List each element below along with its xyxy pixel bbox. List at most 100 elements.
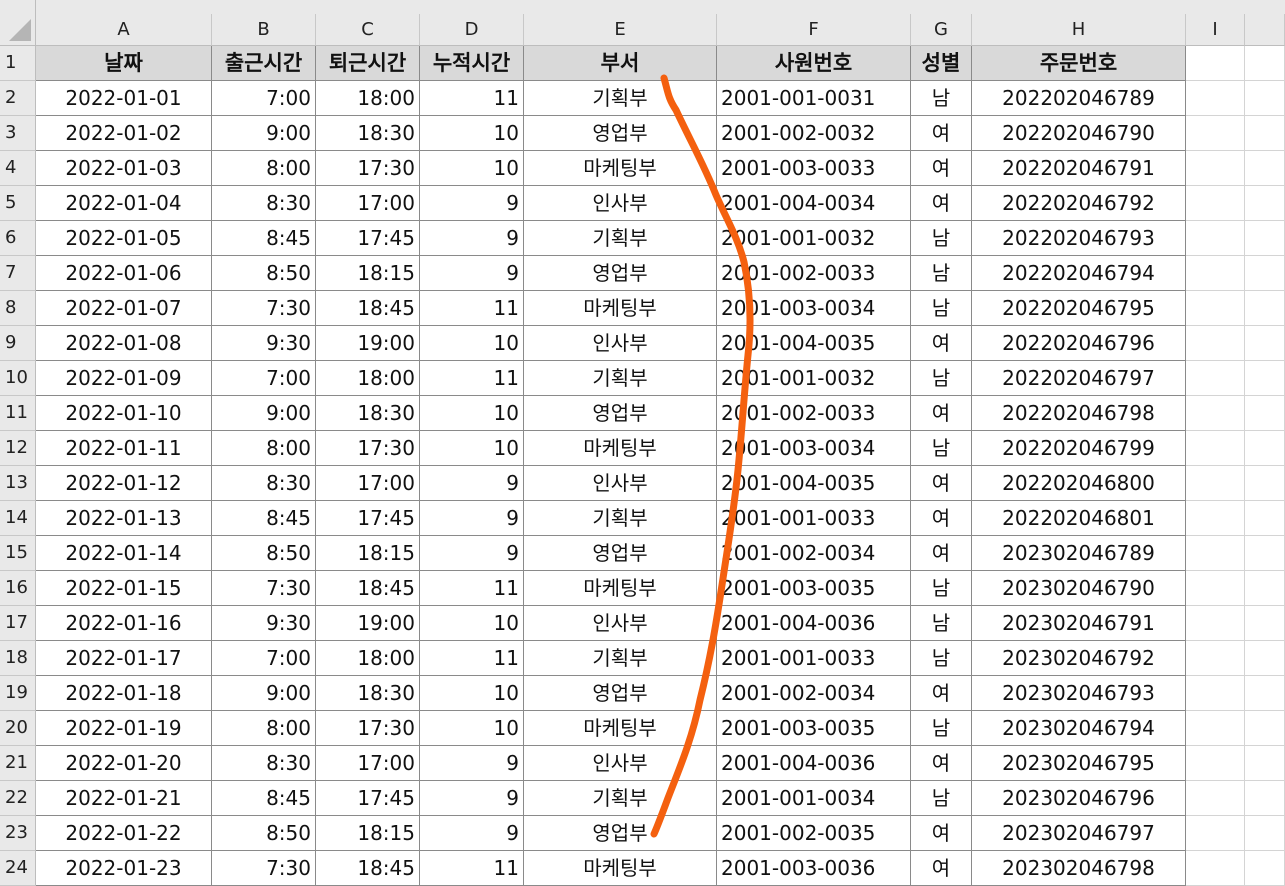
cell-gender[interactable]: 남 [911,256,972,291]
cell-employee-id[interactable]: 2001-002-0033 [717,256,911,291]
cell-order-number[interactable]: 202202046800 [972,466,1186,501]
empty-cell[interactable] [1186,606,1245,641]
row-header-9[interactable]: 9 [0,326,36,361]
cell-department[interactable]: 영업부 [524,256,717,291]
cell-total-hours[interactable]: 11 [420,81,524,116]
cell-date[interactable]: 2022-01-19 [36,711,212,746]
cell-department[interactable]: 마케팅부 [524,291,717,326]
empty-cell[interactable] [1186,81,1245,116]
row-header-16[interactable]: 16 [0,571,36,606]
cell-department[interactable]: 마케팅부 [524,711,717,746]
cell-clock-in[interactable]: 7:00 [212,81,316,116]
cell-clock-in[interactable]: 8:00 [212,151,316,186]
cell-gender[interactable]: 남 [911,431,972,466]
cell-date[interactable]: 2022-01-14 [36,536,212,571]
row-header-18[interactable]: 18 [0,641,36,676]
cell-total-hours[interactable]: 11 [420,361,524,396]
cell-clock-in[interactable]: 8:50 [212,256,316,291]
empty-cell[interactable] [1245,641,1285,676]
cell-date[interactable]: 2022-01-09 [36,361,212,396]
cell-date[interactable]: 2022-01-16 [36,606,212,641]
row-header-21[interactable]: 21 [0,746,36,781]
row-header-22[interactable]: 22 [0,781,36,816]
cell-order-number[interactable]: 202202046797 [972,361,1186,396]
empty-cell[interactable] [1245,851,1285,886]
empty-cell[interactable] [1186,151,1245,186]
cell-total-hours[interactable]: 10 [420,396,524,431]
cell-date[interactable]: 2022-01-04 [36,186,212,221]
empty-cell[interactable] [1186,186,1245,221]
cell-date[interactable]: 2022-01-01 [36,81,212,116]
header-cell-clock-in[interactable]: 출근시간 [212,46,316,81]
cell-date[interactable]: 2022-01-23 [36,851,212,886]
cell-employee-id[interactable]: 2001-003-0034 [717,291,911,326]
cell-clock-in[interactable]: 8:30 [212,186,316,221]
empty-cell[interactable] [1245,746,1285,781]
cell-gender[interactable]: 여 [911,816,972,851]
column-header-b[interactable]: B [212,14,316,46]
empty-cell[interactable] [1245,291,1285,326]
cell-department[interactable]: 인사부 [524,606,717,641]
cell-clock-in[interactable]: 7:00 [212,361,316,396]
cell-total-hours[interactable]: 9 [420,221,524,256]
cell-clock-out[interactable]: 18:00 [316,361,420,396]
row-header-19[interactable]: 19 [0,676,36,711]
row-header-11[interactable]: 11 [0,396,36,431]
cell-clock-out[interactable]: 18:30 [316,116,420,151]
empty-cell[interactable] [1245,116,1285,151]
cell-employee-id[interactable]: 2001-001-0031 [717,81,911,116]
cell-employee-id[interactable]: 2001-003-0035 [717,711,911,746]
empty-cell[interactable] [1186,466,1245,501]
cell-gender[interactable]: 남 [911,641,972,676]
cell-employee-id[interactable]: 2001-003-0033 [717,151,911,186]
cell-total-hours[interactable]: 10 [420,151,524,186]
cell-clock-in[interactable]: 9:30 [212,326,316,361]
cell-clock-in[interactable]: 9:30 [212,606,316,641]
cell-clock-out[interactable]: 19:00 [316,606,420,641]
cell-clock-out[interactable]: 18:15 [316,536,420,571]
cell-employee-id[interactable]: 2001-001-0032 [717,361,911,396]
cell-date[interactable]: 2022-01-18 [36,676,212,711]
empty-cell[interactable] [1186,326,1245,361]
cell-gender[interactable]: 남 [911,781,972,816]
spreadsheet-grid[interactable]: A B C D E F G H I 1 2 3 4 5 6 7 8 9 10 11 12 13 14 15 16 17 18 19 20… [0,0,1285,886]
cell-clock-out[interactable]: 18:15 [316,816,420,851]
cell-clock-in[interactable]: 8:30 [212,746,316,781]
cell-clock-out[interactable]: 17:00 [316,746,420,781]
column-header-e[interactable]: E [524,14,717,46]
cell-employee-id[interactable]: 2001-004-0034 [717,186,911,221]
cell-clock-in[interactable]: 8:45 [212,781,316,816]
cell-clock-out[interactable]: 17:30 [316,431,420,466]
cell-clock-in[interactable]: 9:00 [212,396,316,431]
cell-order-number[interactable]: 202202046795 [972,291,1186,326]
empty-cell[interactable] [1245,676,1285,711]
cell-employee-id[interactable]: 2001-002-0032 [717,116,911,151]
cell-total-hours[interactable]: 9 [420,816,524,851]
cell-department[interactable]: 마케팅부 [524,151,717,186]
cell-employee-id[interactable]: 2001-003-0036 [717,851,911,886]
cell-department[interactable]: 영업부 [524,676,717,711]
row-header-2[interactable]: 2 [0,81,36,116]
cell-clock-out[interactable]: 18:45 [316,571,420,606]
header-cell-order-number[interactable]: 주문번호 [972,46,1186,81]
cell-order-number[interactable]: 202302046794 [972,711,1186,746]
cell-order-number[interactable]: 202202046799 [972,431,1186,466]
cell-date[interactable]: 2022-01-20 [36,746,212,781]
empty-cell[interactable] [1245,781,1285,816]
cell-department[interactable]: 기획부 [524,361,717,396]
cell-employee-id[interactable]: 2001-001-0032 [717,221,911,256]
empty-cell[interactable] [1186,431,1245,466]
cell-clock-in[interactable]: 8:00 [212,711,316,746]
row-header-12[interactable]: 12 [0,431,36,466]
row-header-14[interactable]: 14 [0,501,36,536]
empty-cell[interactable] [1245,501,1285,536]
empty-cell[interactable] [1186,501,1245,536]
cell-gender[interactable]: 여 [911,326,972,361]
cell-clock-in[interactable]: 7:00 [212,641,316,676]
empty-cell[interactable] [1186,816,1245,851]
header-cell-gender[interactable]: 성별 [911,46,972,81]
row-header-23[interactable]: 23 [0,816,36,851]
cell-gender[interactable]: 남 [911,221,972,256]
cell-gender[interactable]: 여 [911,851,972,886]
row-header-3[interactable]: 3 [0,116,36,151]
